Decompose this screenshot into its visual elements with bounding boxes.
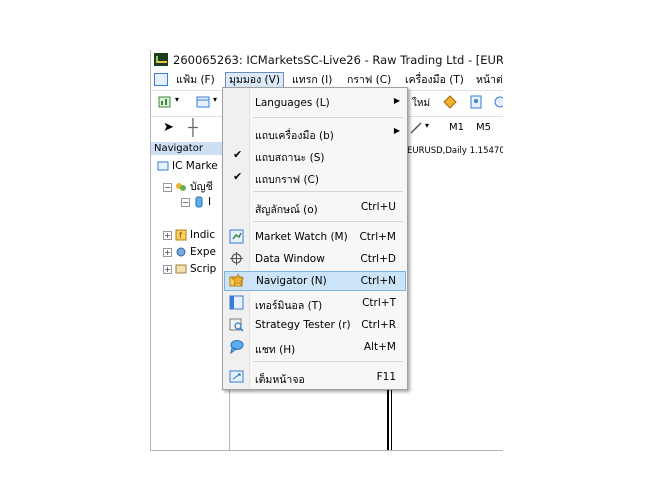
submenu-arrow-icon: ▶ [393,126,400,135]
svg-text:f: f [179,231,182,240]
market-watch-icon [229,229,244,244]
menu-item-full-screen[interactable]: เต็มหน้าจอ F11 [224,367,406,387]
experts-icon [176,247,186,257]
menu-item-market-watch[interactable]: Market Watch (M) Ctrl+M [224,227,406,247]
dropdown-arrow-icon[interactable]: ▾ [425,121,429,130]
menu-file[interactable]: แฟ้ม (F) [173,73,218,88]
menu-item-symbols[interactable]: สัญลักษณ์ (o) Ctrl+U [224,197,406,217]
collapse-icon[interactable]: − [181,197,190,207]
timeframe-m1[interactable]: M1 [449,122,464,133]
dropdown-arrow-icon[interactable]: ▾ [213,95,217,104]
navigator-panel: Navigator IC Marke − บัญชี − I + f Indic + Ex… [151,142,230,450]
tree-item-indicators[interactable]: + f Indic [163,229,215,241]
menu-tools[interactable]: เครื่องมือ (T) [402,73,467,88]
profiles-icon[interactable] [196,95,210,109]
expand-icon[interactable]: + [163,230,172,240]
expand-icon[interactable]: + [163,264,172,274]
tree-item-scripts[interactable]: + Scrip [163,263,216,275]
menu-item-navigator[interactable]: Navigator (N) Ctrl+N [224,271,406,291]
accounts-icon [176,183,186,191]
options-icon[interactable] [493,95,503,109]
menu-item-strategy-tester[interactable]: Strategy Tester (r) Ctrl+R [224,315,406,335]
chart-window-icon[interactable] [154,73,168,86]
timeframe-m5[interactable]: M5 [476,122,491,133]
new-order-label[interactable]: ใหม่ [412,96,430,111]
terminal-icon [229,295,244,310]
menu-item-data-window[interactable]: Data Window Ctrl+D [224,249,406,269]
strategy-tester-icon [229,318,244,332]
indicators-icon: f [175,229,187,241]
account-icon [195,196,203,208]
scripts-icon [175,264,187,274]
navigator-header: Navigator [151,142,229,155]
checkmark-icon: ✔ [233,148,243,161]
menu-item-charts-bar[interactable]: ✔ แถบกราฟ (C) [224,167,406,187]
menu-item-terminal[interactable]: เทอร์มินอล (T) Ctrl+T [224,293,406,313]
autotrading-icon[interactable] [443,95,457,109]
menu-charts[interactable]: กราฟ (C) [344,73,394,88]
navigator-icon [229,273,244,287]
collapse-icon[interactable]: − [163,182,172,192]
menu-item-languages[interactable]: Languages (L) ▶ [224,93,406,113]
crosshair-icon[interactable]: ┼ [188,118,198,137]
checkmark-icon: ✔ [233,170,243,183]
dropdown-arrow-icon[interactable]: ▾ [175,95,179,104]
menu-window[interactable]: หน้าต่ [473,73,503,88]
tree-item-account[interactable]: − I [181,196,211,208]
menu-item-chat[interactable]: แชท (H) Alt+M [224,337,406,357]
crosshair-icon [230,252,243,265]
cursor-icon[interactable]: ➤ [163,120,174,135]
chat-icon [230,340,244,354]
menu-item-status-bar[interactable]: ✔ แถบสถานะ (S) [224,145,406,165]
new-chart-icon[interactable] [158,95,172,109]
fullscreen-icon [229,370,244,383]
menu-separator [253,221,403,222]
chart-symbol-label: EURUSD,Daily 1.15470 [407,146,503,156]
tree-item-accounts[interactable]: − บัญชี [163,178,213,195]
window-title: 260065263: ICMarketsSC-Live26 - Raw Trad… [173,53,503,67]
title-bar: 260065263: ICMarketsSC-Live26 - Raw Trad… [151,50,503,70]
app-logo-icon [154,53,168,66]
menu-item-toolbars[interactable]: แถบเครื่องมือ (b) ▶ [224,123,406,143]
chart-window[interactable]: EURUSD,Daily 1.15470 [403,142,503,450]
expand-icon[interactable]: + [163,247,172,257]
tree-item-experts[interactable]: + Expe [163,246,216,258]
menu-separator [253,117,403,118]
submenu-arrow-icon: ▶ [393,96,400,105]
tree-item-broker[interactable]: IC Marke [157,160,218,172]
broker-icon [157,161,169,171]
view-menu-dropdown: Languages (L) ▶ แถบเครื่องมือ (b) ▶ ✔ แถ… [222,87,408,390]
metaeditor-icon[interactable] [469,95,483,109]
menu-separator [253,191,403,192]
menu-separator [253,361,403,362]
menu-insert[interactable]: แทรก (I) [289,73,335,88]
